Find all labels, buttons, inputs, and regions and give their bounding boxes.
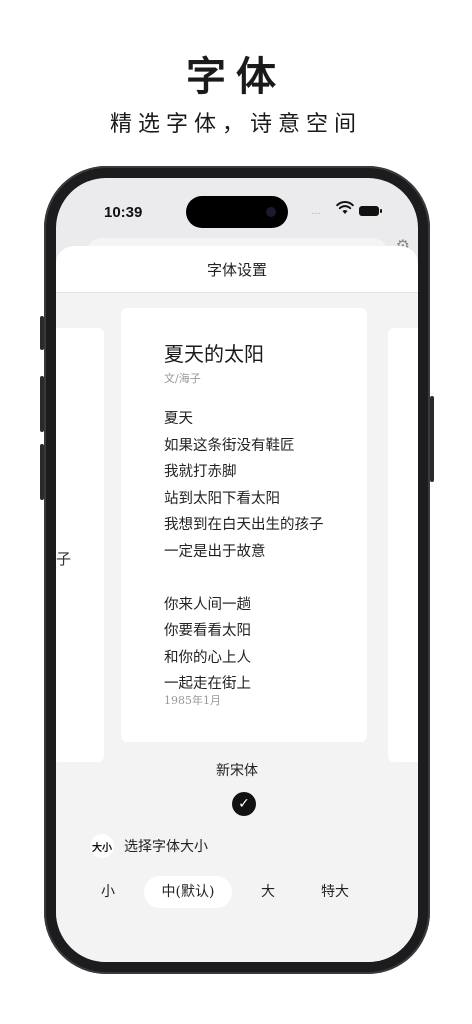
wifi-icon	[336, 201, 354, 214]
poem-line: 和你的心上人	[164, 649, 251, 666]
font-size-header: 大小 选择字体大小	[90, 834, 208, 858]
volume-up-button	[40, 376, 44, 432]
font-preview-card[interactable]: 夏天的太阳 文/海子 夏天 如果这条街没有鞋匠 我就打赤脚 站到太阳下看太阳 我…	[121, 308, 367, 742]
size-option-extra-large[interactable]: 特大	[304, 876, 366, 908]
status-bar: 10:39 ····	[56, 178, 418, 232]
poem-line: 我就打赤脚	[164, 464, 237, 480]
font-size-options: 小 中(默认) 大 特大	[82, 876, 382, 908]
status-time: 10:39	[104, 204, 143, 221]
size-option-medium[interactable]: 中(默认)	[144, 876, 232, 908]
size-option-large[interactable]: 大	[242, 876, 294, 908]
promo-subtitle: 精选字体，诗意空间	[109, 112, 362, 137]
screen: 10:39 ···· ⚙ 字体设置 子 夏天的太阳 文/海子	[56, 178, 418, 962]
font-card-previous-text: 子	[56, 550, 72, 568]
font-size-icon: 大小	[90, 834, 114, 858]
poem-line: 站到太阳下看太阳	[164, 490, 280, 507]
poem-line: 夏天	[164, 411, 193, 427]
poem-line: 如果这条街没有鞋匠	[164, 437, 295, 454]
font-size-label: 选择字体大小	[124, 839, 208, 855]
sheet-title: 字体设置	[206, 260, 267, 279]
poem-body: 夏天 如果这条街没有鞋匠 我就打赤脚 站到太阳下看太阳 我想到在白天出生的孩子 …	[164, 406, 324, 698]
poem-title: 夏天的太阳	[164, 342, 264, 366]
font-card-previous[interactable]	[56, 328, 104, 762]
font-card-next[interactable]	[388, 328, 418, 762]
poem-line: 你要看看太阳	[164, 623, 251, 639]
poem-line: 我想到在白天出生的孩子	[164, 517, 324, 533]
poem-line: 你来人间一趟	[164, 596, 251, 613]
power-button	[430, 396, 434, 482]
volume-down-button	[40, 444, 44, 500]
poem-author: 文/海子	[164, 372, 201, 385]
battery-icon	[359, 206, 382, 216]
font-settings-sheet: 字体设置 子 夏天的太阳 文/海子 夏天 如果这条街没有鞋匠 我就打赤脚 站到太…	[56, 246, 418, 962]
camera-icon	[266, 207, 276, 217]
stanza-gap	[164, 565, 324, 592]
phone-frame: 10:39 ···· ⚙ 字体设置 子 夏天的太阳 文/海子	[40, 166, 434, 974]
poem-line: 一定是出于故意	[164, 543, 266, 560]
poem-date: 1985年1月	[164, 694, 221, 707]
size-option-small[interactable]: 小	[82, 876, 134, 908]
check-icon[interactable]: ✓	[232, 792, 256, 816]
signal-icon: ····	[311, 208, 321, 219]
promo-title: 字体	[186, 53, 286, 100]
action-button	[40, 316, 44, 350]
sheet-header: 字体设置	[56, 246, 418, 293]
font-name: 新宋体	[216, 763, 258, 779]
dynamic-island	[186, 196, 288, 228]
